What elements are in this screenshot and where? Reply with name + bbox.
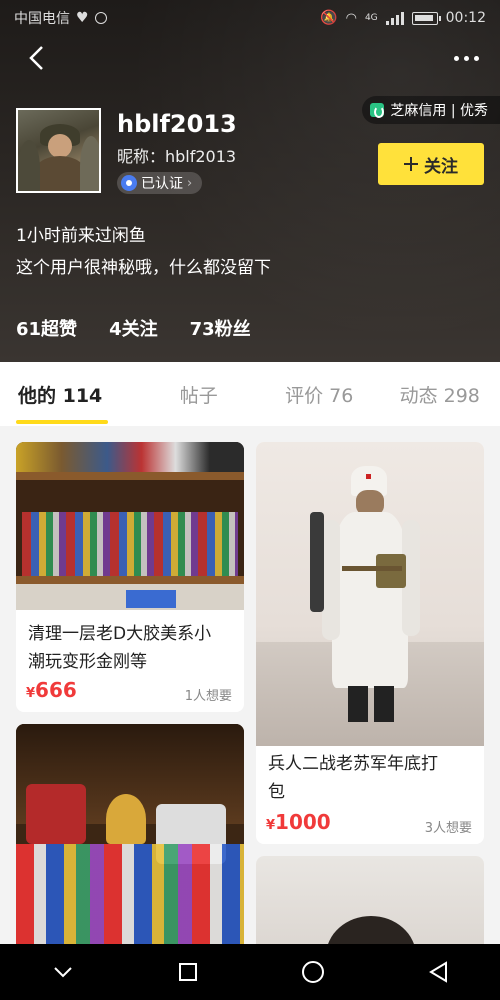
mute-icon: 🔕: [320, 10, 338, 26]
bio-text: 这个用户很神秘哦，什么都没留下: [16, 258, 271, 278]
tab-posts[interactable]: 帖子: [139, 362, 260, 426]
username: hblf2013: [117, 110, 237, 138]
sesame-icon: [370, 103, 385, 118]
battery-icon: [411, 11, 441, 25]
listing-image: [256, 856, 484, 944]
verified-icon: [121, 175, 137, 191]
notification-icon: [94, 12, 107, 24]
back-arrow-icon[interactable]: [18, 40, 54, 76]
circle-icon[interactable]: [288, 947, 338, 997]
chevron-down-icon[interactable]: [38, 947, 88, 997]
profile-stats: 61超赞 4关注 73粉丝: [16, 315, 251, 341]
tab-activity[interactable]: 动态 298: [380, 362, 500, 426]
listing-card[interactable]: 清理一层老D大胶美系小 潮玩变形金刚等 ¥666 1人想要: [16, 442, 244, 712]
listing-feed: 清理一层老D大胶美系小 潮玩变形金刚等 ¥666 1人想要 兵人二战老苏军年底打…: [0, 426, 500, 944]
stat-following[interactable]: 4关注: [109, 315, 158, 341]
top-bar: [0, 38, 500, 78]
sesame-credit-badge[interactable]: 芝麻信用 | 优秀: [362, 96, 500, 124]
profile-tabs: 他的 114 帖子 评价 76 动态 298: [0, 362, 500, 426]
network-type: 4G: [364, 13, 378, 23]
listing-card[interactable]: 兵人二战老苏军年底打 包 ¥1000 3人想要: [256, 442, 484, 844]
square-icon[interactable]: [163, 947, 213, 997]
listing-wants: 1人想要: [184, 689, 232, 704]
clock: 00:12: [445, 10, 486, 26]
listing-price: ¥1000: [266, 810, 331, 834]
avatar[interactable]: [16, 108, 101, 193]
last-seen-text: 1小时前来过闲鱼: [16, 226, 146, 246]
listing-image: [16, 724, 244, 944]
listing-image: [16, 442, 244, 610]
tab-items[interactable]: 他的 114: [0, 362, 139, 426]
profile-header: 中国电信 ♥ 🔕 ◠ 4G 00:12 芝麻信用 | 优秀 hblf2013 昵…: [0, 0, 500, 362]
listing-title: 清理一层老D大胶美系小 潮玩变形金刚等: [28, 624, 212, 672]
wifi-icon: ◠: [345, 10, 357, 26]
sesame-label: 芝麻信用 | 优秀: [390, 103, 488, 119]
carrier-text: 中国电信: [14, 11, 70, 27]
listing-wants: 3人想要: [424, 821, 472, 836]
more-dots-icon[interactable]: [448, 40, 484, 76]
listing-title: 兵人二战老苏军年底打 包: [268, 754, 438, 802]
listing-image: [256, 442, 484, 746]
listing-card[interactable]: [256, 856, 484, 944]
profile-screen: 中国电信 ♥ 🔕 ◠ 4G 00:12 芝麻信用 | 优秀 hblf2013 昵…: [0, 0, 500, 1000]
triangle-back-icon[interactable]: [413, 947, 463, 997]
verified-badge[interactable]: 已认证 ›: [117, 172, 203, 194]
listing-card[interactable]: [16, 724, 244, 944]
follow-button[interactable]: 关注: [378, 143, 484, 185]
follow-label: 关注: [424, 156, 458, 177]
verified-label: 已认证: [141, 176, 183, 192]
tab-reviews[interactable]: 评价 76: [259, 362, 380, 426]
heart-icon: ♥: [76, 10, 89, 26]
listing-price: ¥666: [26, 678, 77, 702]
stat-likes[interactable]: 61超赞: [16, 315, 77, 341]
system-nav-bar: [0, 944, 500, 1000]
signal-icon: [385, 11, 404, 25]
nickname: 昵称：hblf2013: [117, 147, 237, 166]
chevron-right-icon: ›: [187, 175, 193, 191]
plus-icon: [404, 157, 418, 171]
status-bar: 中国电信 ♥ 🔕 ◠ 4G 00:12: [0, 0, 500, 36]
stat-followers[interactable]: 73粉丝: [190, 315, 251, 341]
